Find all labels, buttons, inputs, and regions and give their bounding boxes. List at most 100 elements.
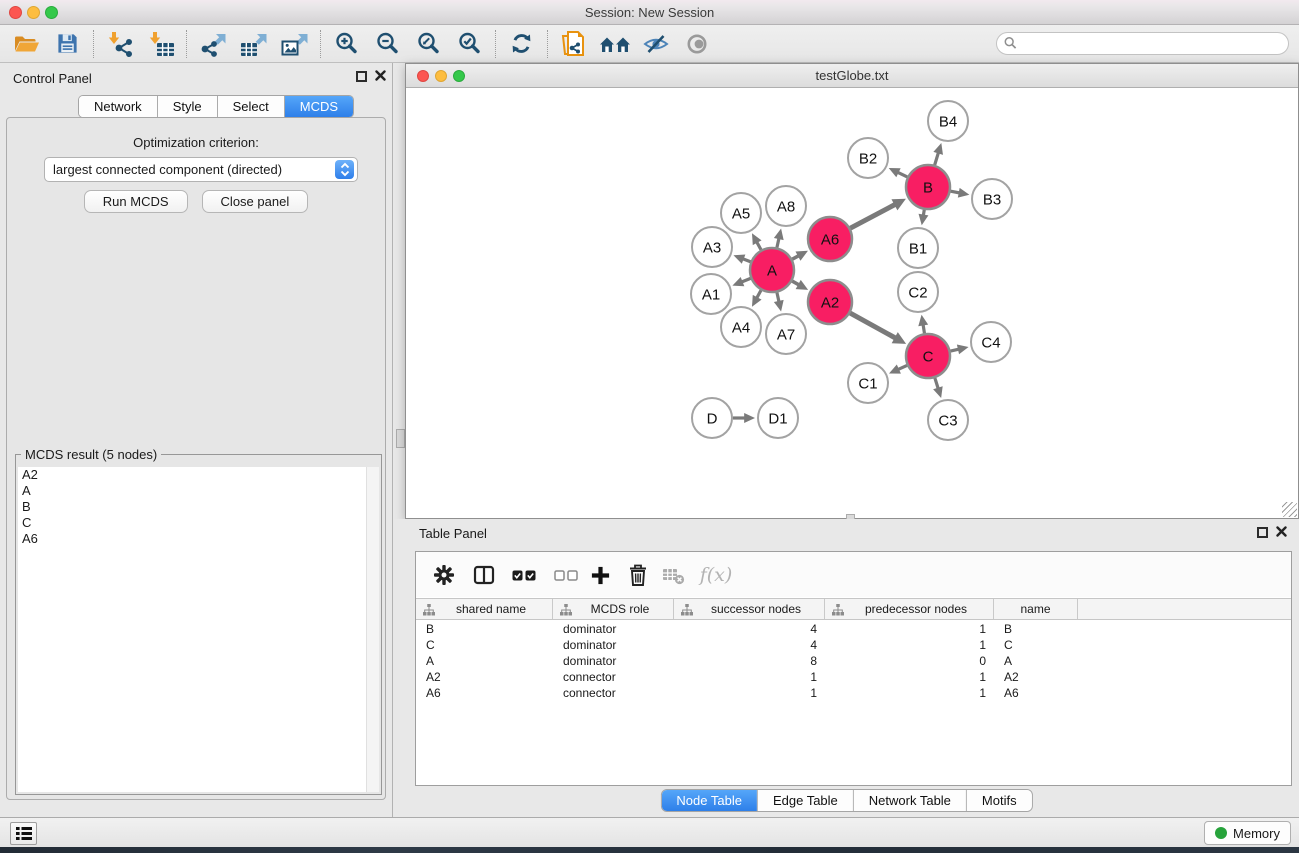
float-panel-icon[interactable] <box>356 71 367 82</box>
run-mcds-button[interactable]: Run MCDS <box>84 190 188 213</box>
table-cell[interactable]: A6 <box>416 685 553 701</box>
network-window-titlebar[interactable]: testGlobe.txt <box>406 64 1298 88</box>
table-cell[interactable]: connector <box>553 669 674 685</box>
open-session-button[interactable] <box>6 27 47 61</box>
table-row[interactable]: Bdominator41B <box>416 621 1291 637</box>
table-cell[interactable]: C <box>994 637 1078 653</box>
mcds-result-item[interactable]: B <box>18 499 366 515</box>
column-header-shared-name[interactable]: shared name <box>416 599 553 619</box>
tab-network[interactable]: Network <box>79 96 158 117</box>
column-header-MCDS-role[interactable]: MCDS role <box>553 599 674 619</box>
table-cell[interactable]: 1 <box>825 685 994 701</box>
import-network-button[interactable] <box>99 27 140 61</box>
table-cell[interactable]: A6 <box>994 685 1078 701</box>
criterion-dropdown[interactable]: largest connected component (directed) <box>44 157 358 182</box>
zoom-out-button[interactable] <box>367 27 408 61</box>
mcds-result-item[interactable]: A6 <box>18 531 366 547</box>
table-tab-motifs[interactable]: Motifs <box>967 790 1032 811</box>
memory-button[interactable]: Memory <box>1204 821 1291 845</box>
export-table-button[interactable] <box>233 27 274 61</box>
close-panel-icon[interactable] <box>375 70 386 81</box>
close-panel-button[interactable]: Close panel <box>202 190 309 213</box>
table-cell[interactable]: 8 <box>674 653 825 669</box>
tab-mcds[interactable]: MCDS <box>285 96 353 117</box>
table-cell[interactable]: 1 <box>825 669 994 685</box>
application-window: Session: New Session <box>0 0 1299 853</box>
window-resize-handle[interactable] <box>1282 502 1297 517</box>
table-tab-network-table[interactable]: Network Table <box>854 790 967 811</box>
table-cell[interactable]: 0 <box>825 653 994 669</box>
table-cell[interactable]: C <box>416 637 553 653</box>
float-table-panel-icon[interactable] <box>1257 527 1268 538</box>
column-header-label: successor nodes <box>711 602 801 616</box>
table-cell[interactable]: A2 <box>994 669 1078 685</box>
graph-node-label: C3 <box>938 413 957 430</box>
hide-graphics-button[interactable] <box>635 27 676 61</box>
column-header-name[interactable]: name <box>994 599 1078 619</box>
tab-style[interactable]: Style <box>158 96 218 117</box>
table-tab-node-table[interactable]: Node Table <box>661 790 758 811</box>
export-network-button[interactable] <box>192 27 233 61</box>
table-cell[interactable]: 4 <box>674 621 825 637</box>
table-cell[interactable]: A2 <box>416 669 553 685</box>
delete-column-button[interactable] <box>623 560 653 590</box>
add-column-button[interactable] <box>585 560 615 590</box>
column-header-predecessor-nodes[interactable]: predecessor nodes <box>825 599 994 619</box>
column-header-successor-nodes[interactable]: successor nodes <box>674 599 825 619</box>
zoom-selected-button[interactable] <box>449 27 490 61</box>
table-row[interactable]: A6connector11A6 <box>416 685 1291 701</box>
zoom-out-icon <box>375 31 400 56</box>
table-cell[interactable]: connector <box>553 685 674 701</box>
refresh-layout-button[interactable] <box>501 27 542 61</box>
table-cell[interactable]: 4 <box>674 637 825 653</box>
select-all-button[interactable] <box>509 560 539 590</box>
table-cell[interactable]: 1 <box>825 621 994 637</box>
save-session-button[interactable] <box>47 27 88 61</box>
clone-network-button[interactable] <box>553 27 594 61</box>
table-cell[interactable]: dominator <box>553 637 674 653</box>
zoom-in-button[interactable] <box>326 27 367 61</box>
table-tab-edge-table[interactable]: Edge Table <box>758 790 854 811</box>
search-input[interactable] <box>996 32 1289 55</box>
network-graph[interactable]: B4B2BB3A8A5A6B1A3AC2A1A2A4A7CC4C1C3DD1 <box>406 88 1298 518</box>
table-settings-button[interactable] <box>429 560 459 590</box>
export-image-button[interactable] <box>274 27 315 61</box>
table-row[interactable]: Adominator80A <box>416 653 1291 669</box>
mcds-result-item[interactable]: A <box>18 483 366 499</box>
mcds-result-item[interactable]: C <box>18 515 366 531</box>
table-cell[interactable]: A <box>994 653 1078 669</box>
network-document-icon <box>561 30 586 58</box>
edge-arrowhead <box>774 300 784 312</box>
table-cell[interactable]: 1 <box>674 669 825 685</box>
table-toolbar: f(x) <box>416 552 1291 597</box>
import-table-button[interactable] <box>140 27 181 61</box>
table-cell[interactable]: 1 <box>674 685 825 701</box>
graph-edge-B-B4[interactable] <box>935 151 939 165</box>
table-cell[interactable]: dominator <box>553 621 674 637</box>
column-view-button[interactable] <box>469 560 499 590</box>
table-row[interactable]: A2connector11A2 <box>416 669 1291 685</box>
zoom-fit-button[interactable] <box>408 27 449 61</box>
deselect-all-button[interactable] <box>551 560 581 590</box>
task-history-button[interactable] <box>10 822 37 845</box>
graph-node-label: A3 <box>703 240 721 257</box>
result-scrollbar[interactable] <box>366 467 379 792</box>
home-panels-button[interactable] <box>594 27 635 61</box>
table-panel: Table Panel <box>394 519 1299 817</box>
table-row[interactable]: Cdominator41C <box>416 637 1291 653</box>
show-graphics-button[interactable] <box>676 27 717 61</box>
network-canvas[interactable]: B4B2BB3A8A5A6B1A3AC2A1A2A4A7CC4C1C3DD1 <box>406 88 1298 518</box>
table-cell[interactable]: B <box>416 621 553 637</box>
home-icon <box>599 32 631 56</box>
panel-divider-grip[interactable] <box>396 429 405 448</box>
mcds-result-item[interactable]: A2 <box>18 467 366 483</box>
table-cell[interactable]: A <box>416 653 553 669</box>
tab-select[interactable]: Select <box>218 96 285 117</box>
table-cell[interactable]: dominator <box>553 653 674 669</box>
close-table-panel-icon[interactable] <box>1276 526 1287 537</box>
column-header-label: predecessor nodes <box>865 602 967 616</box>
graph-edge-A2-C[interactable] <box>850 313 896 339</box>
graph-edge-A6-B[interactable] <box>850 204 896 228</box>
table-cell[interactable]: 1 <box>825 637 994 653</box>
table-cell[interactable]: B <box>994 621 1078 637</box>
